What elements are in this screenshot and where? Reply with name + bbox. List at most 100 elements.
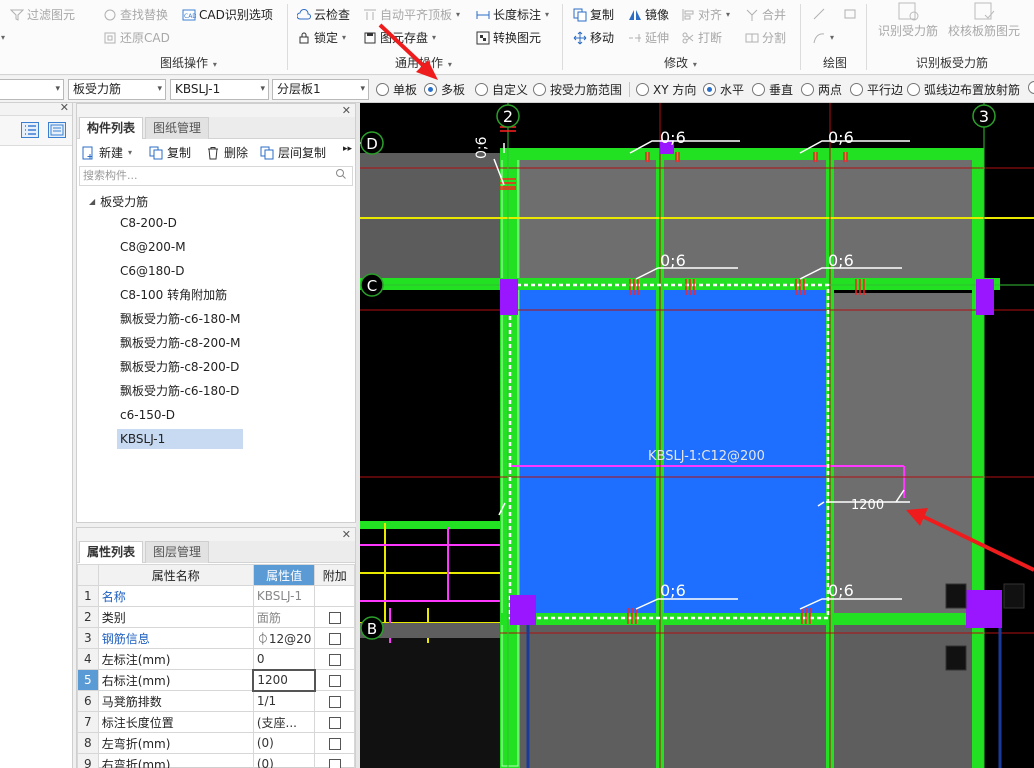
layer-dropdown[interactable]: 分层板1 ▾ xyxy=(272,79,369,100)
radio-overflow[interactable] xyxy=(1028,81,1034,94)
close-icon[interactable]: ✕ xyxy=(60,101,69,114)
length-mark-button[interactable]: 长度标注 ▾ xyxy=(476,7,549,23)
general-ops-group-title[interactable]: 通用操作 ▾ xyxy=(395,54,452,71)
property-row[interactable]: 5 右标注(mm) 1200 xyxy=(77,668,355,692)
tree-item[interactable]: 飘板受力筋-c6-180-M xyxy=(117,309,243,329)
property-value[interactable]: (0) xyxy=(252,753,316,768)
checkbox[interactable] xyxy=(328,695,341,708)
save-graph-button[interactable]: 图元存盘 ▾ xyxy=(363,30,436,46)
property-row[interactable]: 3 钢筋信息 ⏀12@20 xyxy=(77,627,355,649)
property-value[interactable]: ⏀12@20 xyxy=(252,627,316,649)
property-row[interactable]: 8 左弯折(mm) (0) xyxy=(77,732,355,754)
tab-layer-management[interactable]: 图层管理 xyxy=(145,541,210,563)
length-annotation[interactable]: 1200 xyxy=(851,498,884,513)
move-button[interactable]: 移动 xyxy=(573,30,614,46)
radio-arc-radial[interactable]: 弧线边布置放射筋 xyxy=(907,81,1020,98)
checkbox[interactable] xyxy=(328,737,341,750)
floor-dropdown[interactable]: ▾ xyxy=(0,79,64,100)
property-value[interactable]: 0 xyxy=(252,648,316,670)
tab-component-list[interactable]: 构件列表 xyxy=(79,117,144,139)
convert-elements-button[interactable]: 转换图元 xyxy=(476,30,541,46)
checkbox[interactable] xyxy=(328,632,341,645)
checkbox[interactable] xyxy=(328,758,341,768)
checkbox[interactable] xyxy=(328,716,341,729)
checkbox[interactable] xyxy=(328,611,341,624)
align-button[interactable]: 对齐 ▾ xyxy=(681,7,730,23)
floor-copy-button[interactable]: 层间复制 xyxy=(260,144,326,161)
property-row[interactable]: 1 名称 KBSLJ-1 xyxy=(77,585,355,607)
tree-item[interactable]: 飘板受力筋-c8-200-D xyxy=(117,357,242,377)
tree-item[interactable]: C6@180-D xyxy=(117,261,188,281)
checkbox[interactable] xyxy=(328,674,341,687)
tab-drawing-management[interactable]: 图纸管理 xyxy=(145,117,210,139)
cad-options-button[interactable]: CAD CAD识别选项 xyxy=(182,7,273,23)
break-button[interactable]: 打断 xyxy=(681,30,722,46)
property-row[interactable]: 9 右弯折(mm) (0) xyxy=(77,753,355,768)
radio-vertical[interactable]: 垂直 xyxy=(752,81,793,98)
tab-property-list[interactable]: 属性列表 xyxy=(79,541,144,563)
copy-component-button[interactable]: 复制 xyxy=(149,144,191,161)
rebar-annotation[interactable]: KBSLJ-1:C12@200 xyxy=(648,449,765,464)
recognize-rebar-button[interactable]: 识别受力筋 xyxy=(878,2,938,39)
collapse-arrow-icon[interactable]: ◢ xyxy=(89,197,95,206)
detail-view-icon[interactable] xyxy=(48,122,66,141)
radio-custom[interactable]: 自定义 xyxy=(475,81,528,98)
mirror-button[interactable]: 镜像 xyxy=(628,7,669,23)
tree-item[interactable]: c6-150-D xyxy=(117,405,178,425)
modify-group-title[interactable]: 修改 ▾ xyxy=(664,54,697,71)
property-value[interactable]: (支座... xyxy=(252,711,316,733)
new-component-button[interactable]: 新建 ▾ xyxy=(81,144,132,161)
cloud-check-button[interactable]: 云检查 xyxy=(297,7,350,23)
radio-single-slab[interactable]: 单板 xyxy=(376,81,417,98)
property-row[interactable]: 2 类别 面筋 xyxy=(77,606,355,628)
check-slab-rebar-button[interactable]: 校核板筋图元 xyxy=(948,2,1020,39)
split-button[interactable]: 分割 xyxy=(745,30,786,46)
lock-button[interactable]: 锁定 ▾ xyxy=(297,30,346,46)
close-icon[interactable]: ✕ xyxy=(342,528,351,541)
list-view-icon[interactable] xyxy=(21,122,39,141)
radio-by-rebar-range[interactable]: 按受力筋范围 xyxy=(533,81,622,98)
checkbox[interactable] xyxy=(328,653,341,666)
property-value[interactable]: (0) xyxy=(252,732,316,754)
tree-item[interactable]: 飘板受力筋-c8-200-M xyxy=(117,333,243,353)
component-type-dropdown[interactable]: 板受力筋 ▾ xyxy=(68,79,166,100)
cad-drawing[interactable]: 2 3 D C B 0;6 0;6 0;6 0;6 0;6 0;6 0;6 KB… xyxy=(360,103,1034,768)
find-replace-button[interactable]: 查找替换 xyxy=(103,7,168,23)
property-value[interactable]: 1/1 xyxy=(252,690,316,712)
tree-root-slab-rebar[interactable]: ◢ 板受力筋 xyxy=(89,193,148,210)
more-tools-icon[interactable]: ▸▸ xyxy=(343,144,352,154)
property-value[interactable]: 面筋 xyxy=(252,606,316,628)
radio-horizontal[interactable]: 水平 xyxy=(703,81,744,98)
tree-item[interactable]: C8@200-M xyxy=(117,237,189,257)
tree-item[interactable]: C8-200-D xyxy=(117,213,180,233)
radio-parallel-edge[interactable]: 平行边 xyxy=(850,81,903,98)
tree-item[interactable]: 飘板受力筋-c6-180-D xyxy=(117,381,242,401)
draw-rect-button[interactable] xyxy=(843,7,857,21)
close-icon[interactable]: ✕ xyxy=(342,104,351,117)
tree-item[interactable]: C8-100 转角附加筋 xyxy=(117,285,230,305)
property-value[interactable]: KBSLJ-1 xyxy=(252,585,316,607)
ribbon-left-caret[interactable]: ▾ xyxy=(0,30,5,46)
radio-xy-direction[interactable]: XY 方向 xyxy=(636,81,696,98)
restore-cad-button[interactable]: 还原CAD xyxy=(103,30,170,46)
property-row[interactable]: 6 马凳筋排数 1/1 xyxy=(77,690,355,712)
auto-align-top-button[interactable]: 自动平齐顶板 ▾ xyxy=(363,7,460,23)
tree-item[interactable]: KBSLJ-1 xyxy=(117,429,243,449)
copy-button[interactable]: 复制 xyxy=(573,7,614,23)
merge-button[interactable]: 合并 xyxy=(745,7,786,23)
property-row[interactable]: 4 左标注(mm) 0 xyxy=(77,648,355,670)
delete-component-button[interactable]: 删除 xyxy=(206,144,248,161)
drawing-ops-group-title[interactable]: 图纸操作 ▾ xyxy=(160,54,217,71)
draw-line-button[interactable] xyxy=(812,7,826,21)
property-row[interactable]: 7 标注长度位置 (支座... xyxy=(77,711,355,733)
filter-elements-button[interactable]: 过滤图元 xyxy=(10,7,75,23)
draw-arc-button[interactable]: ▾ xyxy=(812,30,834,46)
extend-button[interactable]: 延伸 xyxy=(628,30,669,46)
property-value[interactable]: 1200 xyxy=(252,668,316,692)
search-icon[interactable] xyxy=(335,168,347,186)
search-input[interactable]: 搜索构件... xyxy=(79,166,353,186)
drawing-canvas[interactable]: 2 3 D C B 0;6 0;6 0;6 0;6 0;6 0;6 0;6 KB… xyxy=(360,103,1034,768)
radio-multi-slab[interactable]: 多板 xyxy=(424,81,465,98)
component-name-dropdown[interactable]: KBSLJ-1 ▾ xyxy=(170,79,269,100)
radio-two-points[interactable]: 两点 xyxy=(801,81,842,98)
